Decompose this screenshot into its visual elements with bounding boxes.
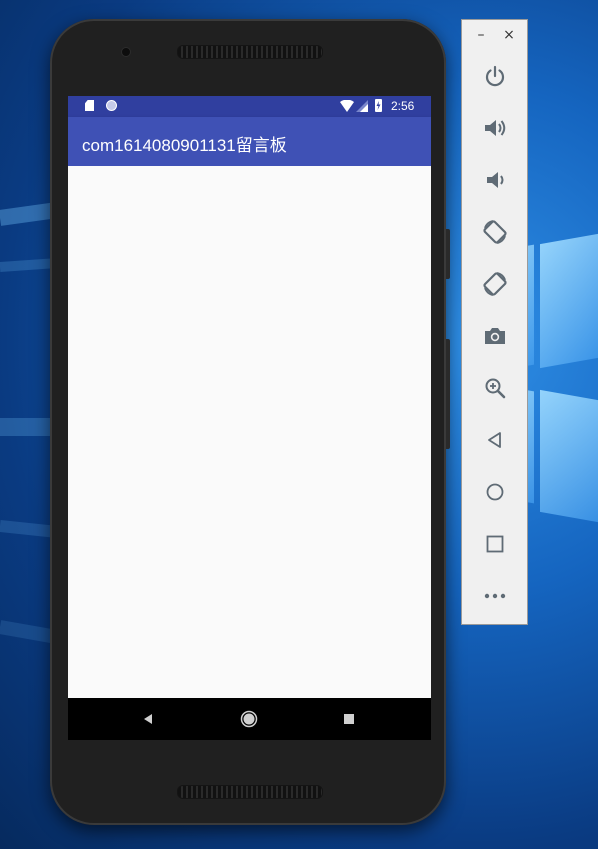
volume-up-icon[interactable] [481,114,509,142]
app-title: com1614080901131留言板 [82,136,287,155]
navigation-bar [68,698,431,740]
app-content-area[interactable] [68,166,431,698]
side-power-button [446,229,450,279]
sync-circle-icon [106,100,117,111]
app-toolbar: com1614080901131留言板 [68,117,431,166]
device-screen[interactable]: 2:56 com1614080901131留言板 [68,96,431,740]
sd-card-icon [85,100,94,111]
nav-back-icon[interactable] [138,709,158,729]
bottom-speaker [177,785,323,799]
status-time: 2:56 [391,99,415,113]
battery-charging-icon [375,99,382,112]
back-icon[interactable] [481,426,509,454]
overview-icon[interactable] [481,530,509,558]
rotate-left-icon[interactable] [481,218,509,246]
screenshot-icon[interactable] [481,322,509,350]
volume-down-icon[interactable] [481,166,509,194]
minimize-button[interactable]: – [473,26,489,44]
side-volume-button [446,339,450,449]
wifi-icon [340,100,354,112]
zoom-icon[interactable] [481,374,509,402]
rotate-right-icon[interactable] [481,270,509,298]
top-speaker [177,45,323,59]
signal-icon [356,100,368,112]
power-icon[interactable] [481,62,509,90]
android-emulator-device: 2:56 com1614080901131留言板 [50,19,450,825]
more-icon[interactable] [481,582,509,610]
nav-home-icon[interactable] [239,709,259,729]
emulator-toolbar: – × [461,19,528,625]
front-camera [121,47,131,57]
status-bar: 2:56 [68,96,431,117]
home-icon[interactable] [481,478,509,506]
nav-recents-icon[interactable] [339,709,359,729]
close-button[interactable]: × [501,26,517,44]
